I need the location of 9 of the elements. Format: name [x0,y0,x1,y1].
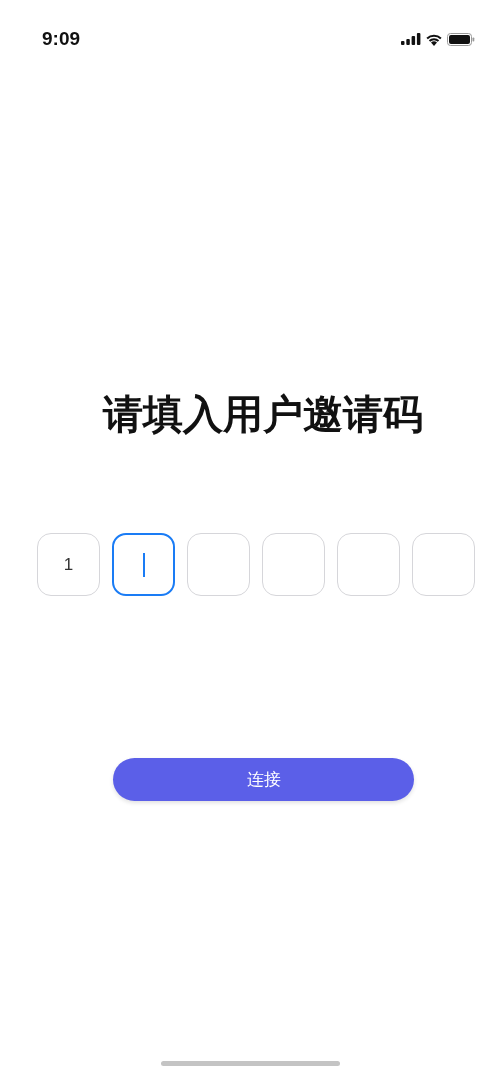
page-title: 请填入用户邀请码 [101,391,424,438]
wifi-icon [425,32,443,46]
status-time: 9:09 [42,26,81,51]
signal-icon [401,33,421,45]
code-field[interactable]: 1 [37,533,100,596]
connect-button[interactable]: 连接 [113,758,414,801]
battery-icon [447,32,475,46]
text-cursor [142,552,145,577]
code-field[interactable] [112,533,175,596]
